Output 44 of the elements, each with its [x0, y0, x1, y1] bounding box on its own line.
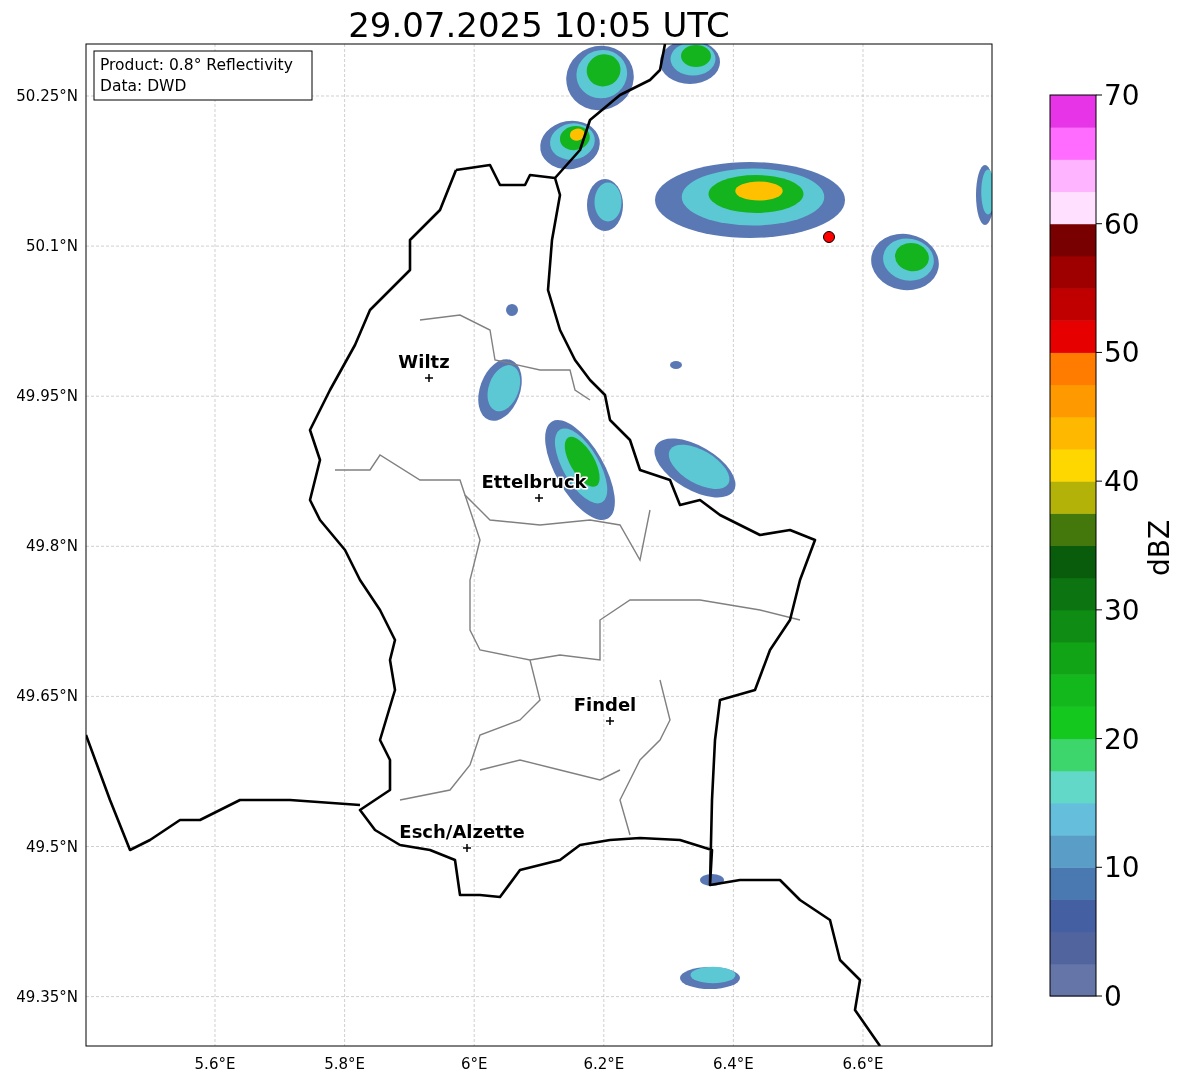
radar-echo — [871, 233, 939, 291]
colorbar-tick-label: 70 — [1104, 79, 1140, 112]
colorbar-tick-label: 60 — [1104, 207, 1140, 241]
city-marker — [462, 843, 472, 853]
radar-echo — [566, 45, 634, 111]
longitude-label: 6.4°E — [713, 1055, 754, 1073]
radar-echo — [700, 874, 724, 886]
colorbar-tick-label: 20 — [1104, 722, 1140, 756]
city-label: Esch/Alzette — [399, 821, 525, 842]
longitude-label: 5.8°E — [324, 1055, 365, 1073]
colorbar-label: dBZ — [1143, 519, 1176, 577]
radar-echo — [478, 359, 522, 421]
city-marker — [605, 716, 615, 726]
radar-echo — [587, 179, 623, 231]
latitude-label: 50.25°N — [16, 87, 78, 105]
plot-title: 29.07.2025 10:05 UTC — [348, 5, 730, 45]
longitude-label: 6.6°E — [842, 1055, 884, 1073]
info-line: Data: DWD — [100, 77, 187, 95]
radar-echo — [670, 361, 682, 369]
colorbar-tick-label: 50 — [1104, 336, 1140, 370]
colorbar-tick-label: 10 — [1104, 851, 1140, 885]
latitude-label: 49.65°N — [16, 687, 78, 706]
latitude-label: 49.95°N — [16, 387, 78, 406]
location-marker — [823, 231, 835, 243]
city-label: Findel — [573, 694, 637, 715]
longitude-label: 5.6°E — [194, 1055, 236, 1073]
radar-echo — [680, 966, 740, 989]
radar-echo — [660, 44, 720, 84]
city-label: Wiltz — [398, 351, 450, 372]
city-marker — [424, 373, 434, 383]
radar-echo — [506, 304, 518, 316]
longitude-label: 6°E — [460, 1055, 488, 1073]
latitude-label: 49.5°N — [25, 837, 78, 856]
latitude-label: 50.1°N — [25, 237, 78, 256]
radar-echo — [540, 120, 600, 170]
latitude-label: 49.35°N — [16, 987, 78, 1006]
colorbar-tick-label: 0 — [1104, 980, 1122, 1013]
info-line: Product: 0.8° Reflectivity — [100, 56, 293, 74]
city-marker — [534, 493, 544, 503]
colorbar-tick-label: 40 — [1104, 465, 1140, 499]
latitude-label: 49.8°N — [25, 537, 78, 556]
longitude-label: 6.2°E — [583, 1055, 625, 1073]
colorbar-tick-label: 30 — [1104, 593, 1140, 627]
radar-echo — [976, 165, 992, 225]
